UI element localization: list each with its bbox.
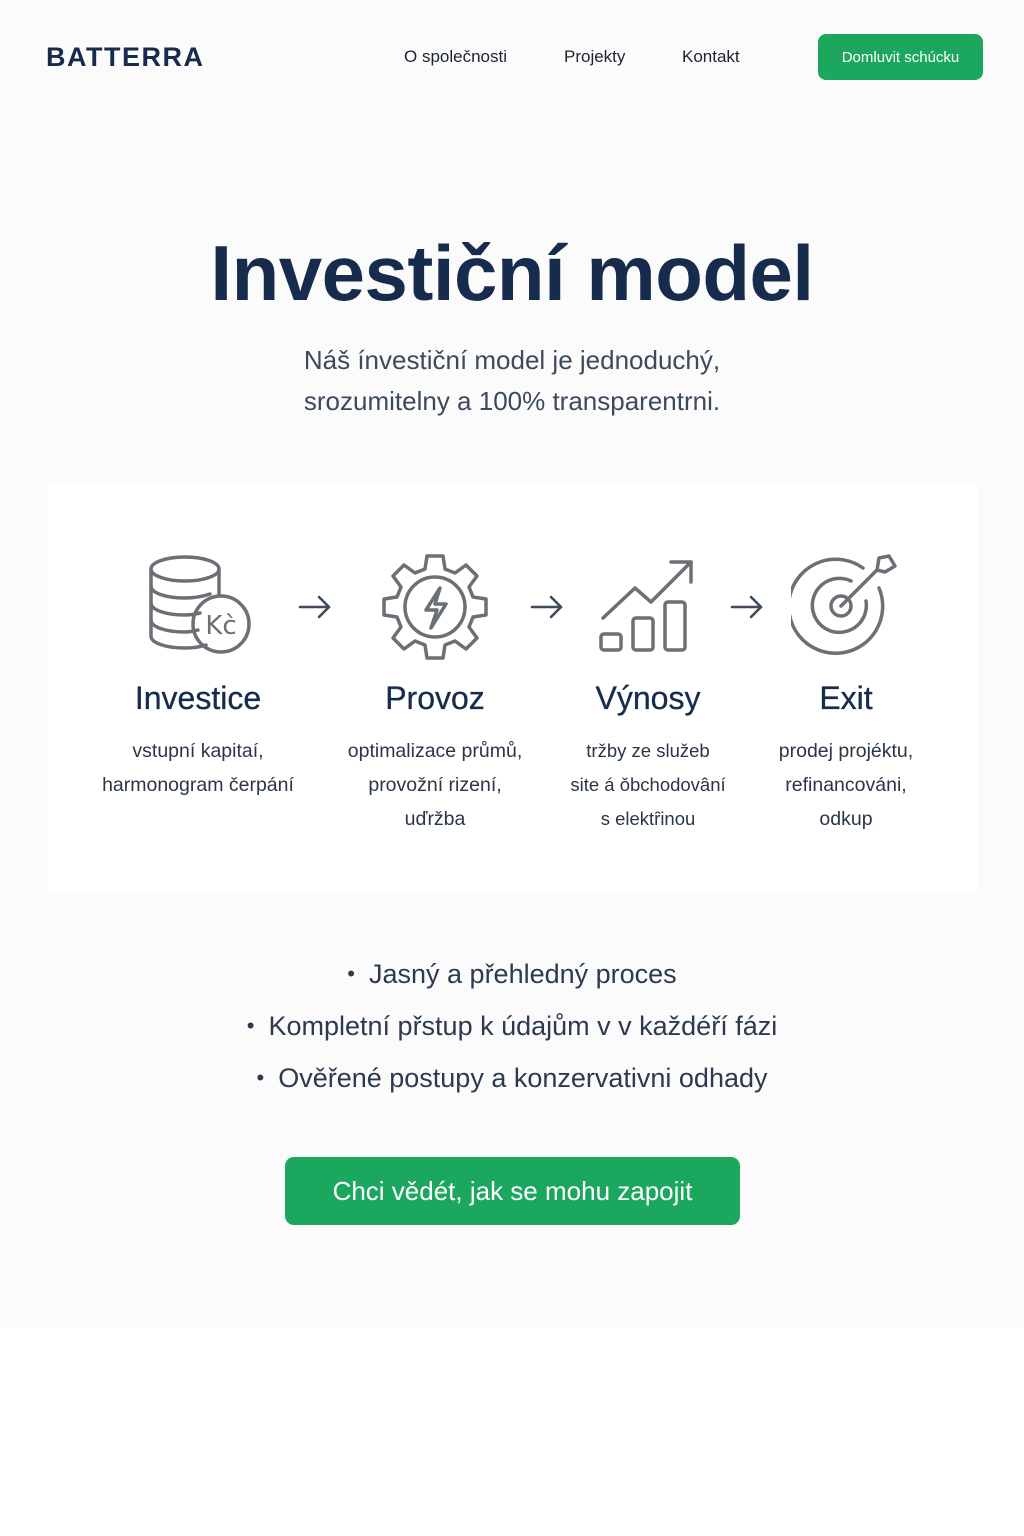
step-description: prodej projéktu, refinancováni, odkup bbox=[731, 734, 961, 836]
hero-subtitle-line-1: Náš ínvestiční model je jednoduchý, bbox=[303, 345, 721, 375]
arrow-right-icon bbox=[729, 594, 765, 620]
step-description: tržby ze služeb site á ǒbchodovâní s ele… bbox=[533, 734, 763, 836]
step-title: Výnosy bbox=[595, 680, 701, 716]
list-item-text: Jasný a přehledný proces bbox=[369, 959, 677, 989]
target-icon bbox=[791, 552, 901, 662]
step-title: Investice bbox=[134, 680, 262, 716]
coin-currency-label: Kc̀ bbox=[205, 611, 236, 641]
step-desc-line: site á ǒbchodovâní bbox=[570, 774, 726, 795]
arrow-right-icon bbox=[297, 594, 333, 620]
step-description: vstupní kapitaí, harmonogram čerpání bbox=[83, 734, 313, 802]
page: BATTERRA O společnosti Projekty Kontakt … bbox=[0, 0, 1024, 1328]
step-desc-line: harmonogram čerpání bbox=[102, 774, 294, 796]
nav-link-contact[interactable]: Kontakt bbox=[682, 47, 740, 67]
growth-chart-icon bbox=[593, 552, 703, 662]
step-desc-line: odkup bbox=[819, 808, 873, 830]
gear-bolt-icon bbox=[380, 552, 490, 662]
step-desc-line: tržby ze služeb bbox=[586, 740, 710, 761]
list-item: • Ověřené postupy a konzervativni odhady bbox=[0, 1052, 1024, 1104]
nav-link-about[interactable]: O společnosti bbox=[404, 47, 507, 67]
step-desc-line: vstupní kapitaí, bbox=[132, 740, 264, 762]
bullet-dot-icon: • bbox=[347, 961, 355, 986]
bullet-dot-icon: • bbox=[256, 1065, 265, 1090]
list-item-text: Ověřené postupy a konzervativni odhady bbox=[278, 1063, 768, 1093]
step-desc-line: uďržba bbox=[404, 808, 466, 830]
investment-steps-card: Kc̀ Investice vstupní kapitaí, harmonogr… bbox=[47, 484, 978, 892]
bullet-dot-icon: • bbox=[246, 1013, 255, 1038]
step-title: Exit bbox=[819, 680, 873, 716]
step-desc-line: prodej projéktu, bbox=[778, 740, 914, 762]
step-desc-line: refinancováni, bbox=[785, 774, 907, 796]
step-desc-line: s elektȓinou bbox=[600, 808, 696, 829]
page-title: Investiční model bbox=[210, 229, 814, 317]
logo[interactable]: BATTERRA bbox=[46, 42, 204, 73]
get-involved-button[interactable]: Chci vědét, jak se mohu zapojit bbox=[285, 1157, 740, 1225]
hero-subtitle: Náš ínvestiční model je jednoduchý, sroz… bbox=[212, 340, 812, 422]
coin-stack-icon: Kc̀ bbox=[143, 552, 253, 662]
list-item: • Jasný a přehledný proces bbox=[0, 948, 1024, 1000]
step-desc-line: optimalizace průmů, bbox=[347, 740, 523, 762]
step-desc-line: provožní rizení, bbox=[368, 774, 502, 796]
hero-subtitle-line-2: srozumitelny a 100% transparentrni. bbox=[303, 386, 721, 416]
step-title: Provoz bbox=[385, 680, 485, 716]
step-description: optimalizace průmů, provožní rizení, uďr… bbox=[320, 734, 550, 836]
list-item: • Kompletní přstup k údajům v v každéří f… bbox=[0, 1000, 1024, 1052]
benefits-list: • Jasný a přehledný proces • Kompletní přs… bbox=[0, 948, 1024, 1104]
list-item-text: Kompletní přstup k údajům v v každéří fá… bbox=[268, 1011, 778, 1041]
nav-link-projects[interactable]: Projekty bbox=[564, 47, 625, 67]
schedule-meeting-button[interactable]: Domluvit schúcku bbox=[818, 34, 983, 80]
arrow-right-icon bbox=[529, 594, 565, 620]
page-footer-blank bbox=[0, 1328, 1024, 1536]
